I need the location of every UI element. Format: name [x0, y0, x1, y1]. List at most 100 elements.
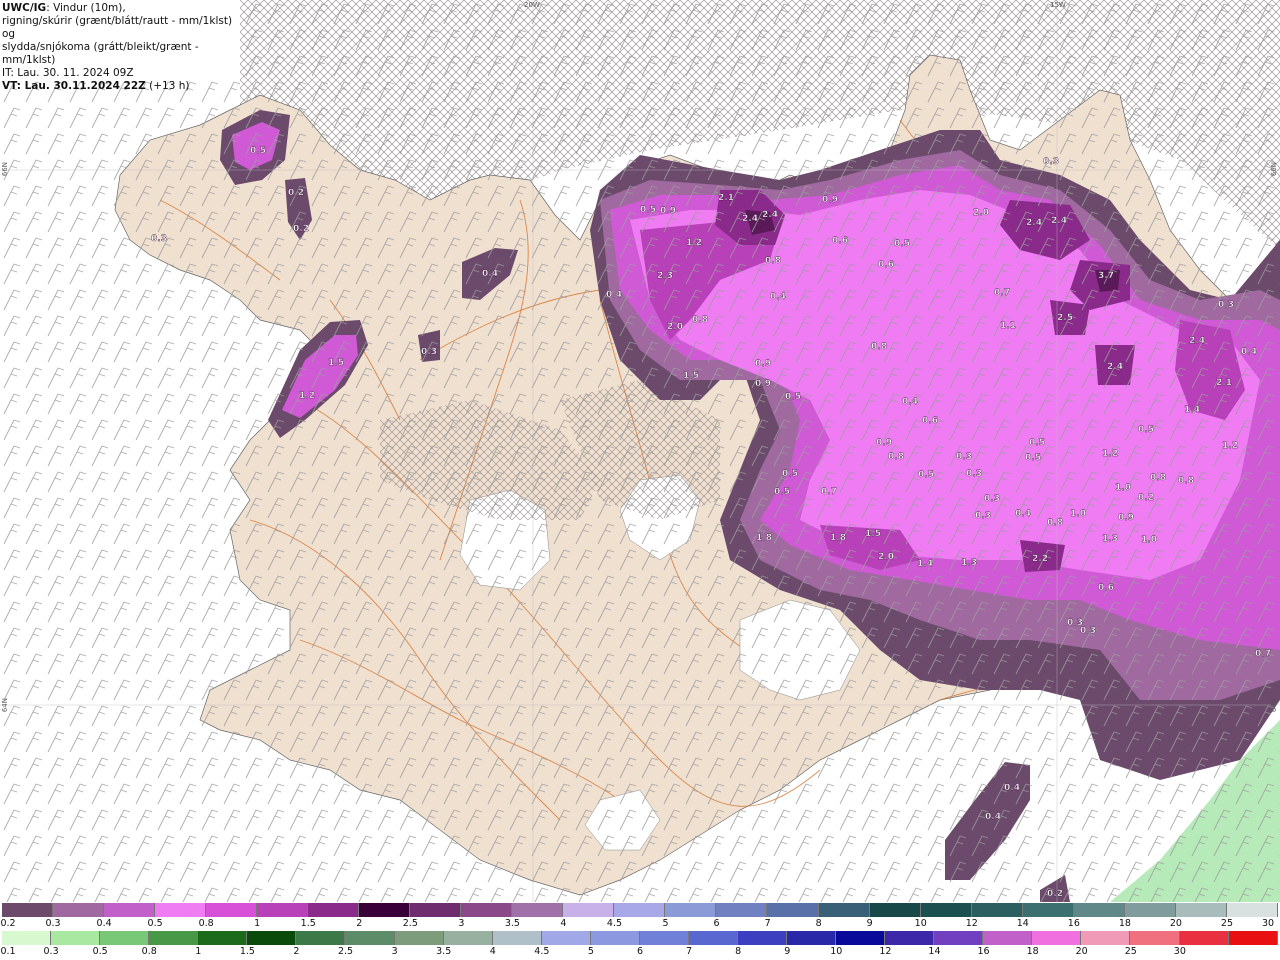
legend-tick-label: 10 [914, 918, 927, 929]
precip-value-label: 0.2 [1047, 889, 1063, 899]
precip-value-label: 1.5 [683, 371, 699, 381]
precip-value-label: 0.3 [984, 494, 1000, 504]
legend-swatch [934, 931, 984, 945]
precip-value-label: 0.3 [956, 452, 972, 462]
legend-tick-label: 9 [784, 946, 791, 957]
legend-tick-label: 2.5 [337, 946, 354, 957]
precip-value-label: 0.4 [902, 397, 918, 407]
legend-tick-label: 0.8 [198, 918, 214, 929]
legend-swatch [1073, 903, 1125, 917]
precip-value-label: 2.4 [1189, 336, 1205, 346]
graticule-label-66n-right: 66N [1270, 162, 1278, 177]
legend-tick-label: 0.4 [96, 918, 112, 929]
precip-value-label: 1.2 [686, 238, 702, 248]
precip-value-label: 0.9 [660, 206, 676, 216]
legend-swatch [1228, 931, 1278, 945]
precip-value-label: 0.6 [832, 236, 848, 246]
legend-tick-label: 4.5 [534, 946, 550, 957]
precip-value-label: 2.5 [1057, 313, 1073, 323]
graticule-label-20w: 20W [524, 1, 540, 9]
legend-tick-label: 5 [587, 946, 594, 957]
legend-swatch [394, 931, 444, 945]
precip-value-label: 0.8 [1150, 473, 1166, 483]
weather-map[interactable]: 0.5 0.2 0.2 0.3 0.4 0.3 1.5 1.2 0.5 0.9 2.1 2.4 2.4 1… [0, 0, 1280, 902]
legend-tick-label: 25 [1220, 918, 1233, 929]
precip-value-label: 1.3 [1102, 534, 1118, 544]
precip-value-label: 2.2 [1032, 554, 1048, 564]
precip-value-label: 0.8 [692, 315, 708, 325]
legend-swatch [296, 931, 346, 945]
legend-swatch [1175, 903, 1227, 917]
legend-swatch [818, 903, 870, 917]
header-line1: : Vindur (10m), [46, 2, 126, 14]
legend-tick-label: 9 [866, 918, 873, 929]
precip-value-label: 0.4 [1015, 509, 1031, 519]
precip-value-label: 0.9 [1118, 513, 1134, 523]
precip-value-label: 0.8 [888, 452, 904, 462]
precip-value-label: 2.0 [973, 208, 989, 218]
precip-value-label: 1.4 [1184, 405, 1200, 415]
legend-tick-label: 4 [489, 946, 496, 957]
precip-value-label: 0.5 [774, 487, 790, 497]
legend-swatch [639, 931, 689, 945]
legend-tick-label: 14 [1016, 918, 1029, 929]
graticule-label-66n-left: 66N [1, 162, 9, 177]
precip-value-label: 0.8 [1178, 476, 1194, 486]
legend-swatch [1124, 903, 1176, 917]
precip-value-label: 0.2 [293, 224, 309, 234]
precip-value-label: 0.2 [288, 188, 304, 198]
legend-tick-label: 20 [1169, 918, 1182, 929]
precip-value-label: 0.5 [918, 470, 934, 480]
legend-tick-label: 3 [458, 918, 465, 929]
precip-value-label: 0.3 [151, 234, 167, 244]
map-header: UWC/IG: Vindur (10m), rigning/skúrir (gr… [0, 0, 240, 92]
precip-value-label: 1.5 [328, 358, 344, 368]
legend-tick-label: 1.5 [300, 918, 316, 929]
legend-tick-label: 1 [195, 946, 202, 957]
legend-tick-label: 12 [879, 946, 892, 957]
precip-value-label: 0.3 [966, 469, 982, 479]
legend-tick-label: 4 [560, 918, 567, 929]
precip-value-label: 0.2 [1138, 493, 1154, 503]
legend-tick-label: 0.8 [141, 946, 157, 957]
header-line2: rigning/skúrir (grænt/blátt/rautt - mm/1… [2, 15, 233, 40]
legend-tick-label: 2.5 [402, 918, 418, 929]
legend-tick-label: 10 [830, 946, 843, 957]
legend-swatch [410, 903, 462, 917]
precip-value-label: 1.1 [1000, 321, 1016, 331]
legend-swatch [198, 931, 248, 945]
precip-value-label: 1.5 [865, 529, 881, 539]
legend-tick-label: 6 [713, 918, 720, 929]
initial-time: IT: Lau. 30. 11. 2024 09Z [2, 67, 134, 79]
legend-tick-label: 18 [1118, 918, 1131, 929]
legend-tick-label: 5 [662, 918, 669, 929]
precip-value-label: 0.7 [821, 487, 837, 497]
precip-value-label: 1.2 [299, 391, 315, 401]
precip-value-label: 0.5 [1029, 438, 1045, 448]
legend-swatch [51, 931, 101, 945]
legend-swatch [836, 931, 886, 945]
legend-tick-label: 0.5 [92, 946, 108, 957]
graticule-label-64n-right: 64N [1270, 698, 1278, 713]
legend-tick-label: 4.5 [606, 918, 623, 929]
legend-tick-label: 3.5 [436, 946, 452, 957]
precip-value-label: 0.9 [755, 359, 771, 369]
precip-value-label: 3.7 [1098, 271, 1114, 281]
legend-swatch [1081, 931, 1131, 945]
legend-tick-label: 18 [1026, 946, 1039, 957]
snow-scale-bar [2, 903, 1278, 917]
valid-time: VT: Lau. 30.11.2024 22Z [2, 80, 146, 92]
legend-swatch [885, 931, 935, 945]
legend-swatch [359, 903, 411, 917]
legend-swatch [983, 931, 1033, 945]
precip-value-label: 0.5 [894, 239, 910, 249]
precip-value-label: 1.4 [917, 559, 933, 569]
legend-tick-label: 12 [965, 918, 978, 929]
precip-value-label: 0.4 [1241, 347, 1257, 357]
legend-tick-label: 16 [977, 946, 990, 957]
legend-swatch [688, 931, 738, 945]
legend-swatch [614, 903, 666, 917]
precip-value-label: 2.4 [1026, 218, 1042, 228]
precip-value-label: 0.5 [250, 146, 266, 156]
precip-value-label: 1.2 [1222, 441, 1238, 451]
